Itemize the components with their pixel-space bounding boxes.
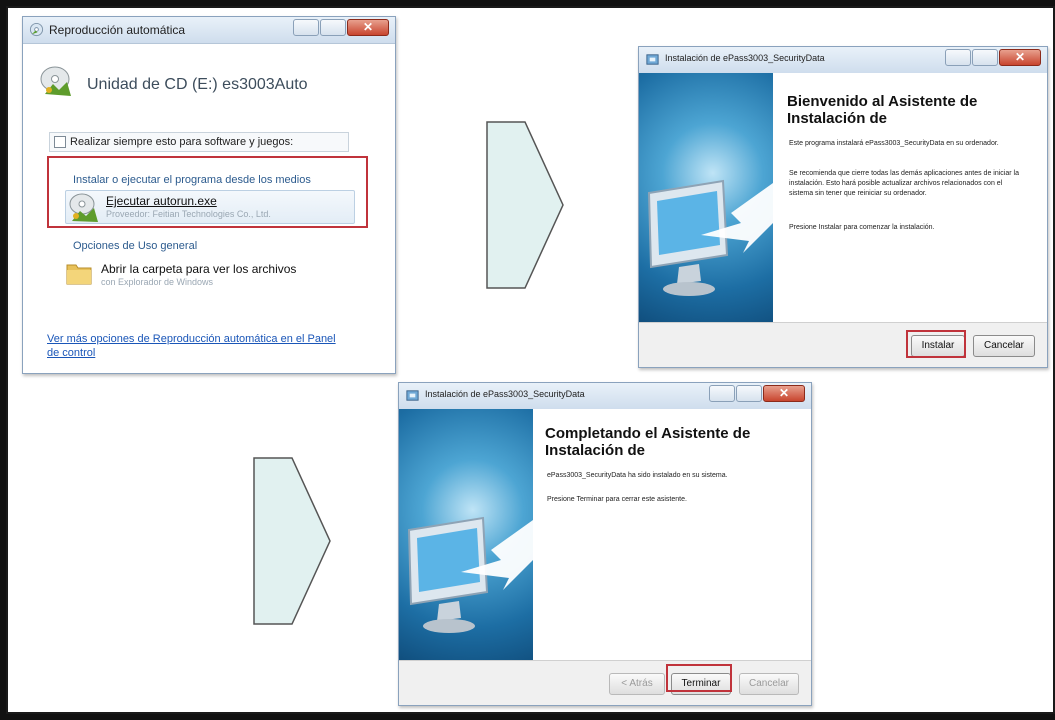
maximize-button[interactable]: [320, 19, 346, 36]
finish-heading-line1: Completando el Asistente de: [545, 425, 751, 442]
general-section-label: Opciones de Uso general: [73, 240, 198, 252]
setup-welcome-titlebar[interactable]: Instalación de ePass3003_SecurityData ✕: [639, 47, 1047, 74]
finish-para2: Presione Terminar para cerrar este asist…: [547, 496, 687, 503]
cancel-button[interactable]: Cancelar: [973, 335, 1035, 357]
open-folder-option[interactable]: Abrir la carpeta para ver los archivos c…: [65, 256, 355, 292]
welcome-para3: Presione Instalar para comenzar la insta…: [789, 224, 935, 231]
finish-para1: ePass3003_SecurityData ha sido instalado…: [547, 472, 728, 479]
wizard-banner-image: [399, 409, 533, 661]
maximize-button[interactable]: [972, 49, 998, 66]
close-button[interactable]: ✕: [347, 19, 389, 36]
next-step-arrow-icon: [253, 457, 331, 625]
close-button[interactable]: ✕: [999, 49, 1041, 66]
next-step-arrow-icon: [486, 121, 564, 289]
installer-icon: [406, 390, 419, 401]
finish-highlight-box: [666, 664, 732, 692]
checkbox-box[interactable]: [54, 136, 66, 148]
welcome-heading-line1: Bienvenido al Asistente de: [787, 93, 978, 110]
minimize-button[interactable]: [945, 49, 971, 66]
always-do-checkbox[interactable]: Realizar siempre esto para software y ju…: [49, 132, 349, 152]
cancel-button[interactable]: Cancelar: [739, 673, 799, 695]
minimize-button[interactable]: [293, 19, 319, 36]
welcome-para1: Este programa instalará ePass3003_Securi…: [789, 140, 999, 147]
install-highlight-box: [906, 330, 966, 358]
autoplay-icon: [29, 22, 44, 37]
setup-welcome-window: Instalación de ePass3003_SecurityData ✕ …: [638, 46, 1048, 368]
monitor-arrow-icon: [407, 516, 533, 633]
wizard-banner-image: [639, 73, 773, 323]
more-options-link[interactable]: Ver más opciones de Reproducción automát…: [47, 332, 347, 360]
cd-drive-icon: [40, 66, 71, 96]
setup-welcome-title: Instalación de ePass3003_SecurityData: [665, 53, 825, 63]
open-folder-label: Abrir la carpeta para ver los archivos: [101, 262, 297, 276]
autorun-highlight-box: [47, 156, 368, 228]
setup-finish-title: Instalación de ePass3003_SecurityData: [425, 389, 585, 399]
setup-finish-titlebar[interactable]: Instalación de ePass3003_SecurityData ✕: [399, 383, 811, 410]
welcome-heading-line2: Instalación de: [787, 110, 888, 127]
instruction-sheet: Reproducción automática ✕ Unidad de CD (…: [6, 6, 1055, 714]
autoplay-title: Reproducción automática: [49, 23, 186, 37]
always-do-label: Realizar siempre esto para software y ju…: [70, 136, 294, 148]
welcome-para2: Se recomienda que cierre todas las demás…: [789, 170, 1019, 197]
setup-finish-window: Instalación de ePass3003_SecurityData ✕ …: [398, 382, 812, 706]
open-folder-sub: con Explorador de Windows: [101, 277, 214, 287]
maximize-button[interactable]: [736, 385, 762, 402]
back-button[interactable]: < Atrás: [609, 673, 665, 695]
folder-icon: [66, 264, 92, 285]
autoplay-titlebar[interactable]: Reproducción automática ✕: [23, 17, 395, 44]
installer-icon: [646, 54, 659, 65]
monitor-arrow-icon: [647, 179, 773, 296]
minimize-button[interactable]: [709, 385, 735, 402]
close-button[interactable]: ✕: [763, 385, 805, 402]
drive-label: Unidad de CD (E:) es3003Auto: [87, 76, 308, 93]
finish-heading-line2: Instalación de: [545, 442, 646, 459]
